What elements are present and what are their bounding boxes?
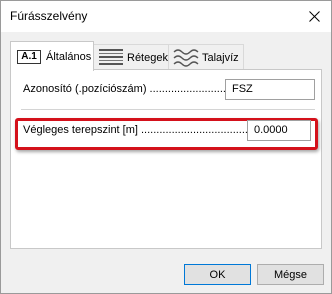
close-button[interactable] <box>297 1 331 32</box>
tab-layers[interactable]: Rétegek <box>93 44 169 70</box>
final-level-label: Végleges terepszint [m] ................… <box>23 124 261 136</box>
tab-groundwater[interactable]: Talajvíz <box>168 44 244 70</box>
dialog-window: Fúrásszelvény A.1 Általános Rétegek Tala… <box>0 0 332 294</box>
layers-icon <box>99 48 123 65</box>
close-icon <box>308 11 320 22</box>
id-row: Azonosító (.pozíciószám) ...............… <box>23 78 315 100</box>
window-title: Fúrásszelvény <box>10 9 88 23</box>
id-label: Azonosító (.pozíciószám) ...............… <box>23 83 226 95</box>
tab-general[interactable]: A.1 Általános <box>10 41 94 71</box>
general-panel: Azonosító (.pozíciószám) ...............… <box>10 69 322 249</box>
tab-layers-label: Rétegek <box>127 51 168 64</box>
tab-general-label: Általános <box>46 50 92 63</box>
a1-icon: A.1 <box>17 49 41 64</box>
id-input[interactable]: FSZ <box>225 78 315 100</box>
tab-groundwater-label: Talajvíz <box>202 51 239 64</box>
waves-icon <box>173 48 199 67</box>
final-level-row: Végleges terepszint [m] ................… <box>23 119 315 141</box>
title-bar: Fúrásszelvény <box>1 1 331 32</box>
final-level-input[interactable]: 0.0000 <box>247 119 311 141</box>
ok-button[interactable]: OK <box>184 264 251 285</box>
cancel-button[interactable]: Mégse <box>257 264 324 285</box>
separator <box>21 109 315 110</box>
